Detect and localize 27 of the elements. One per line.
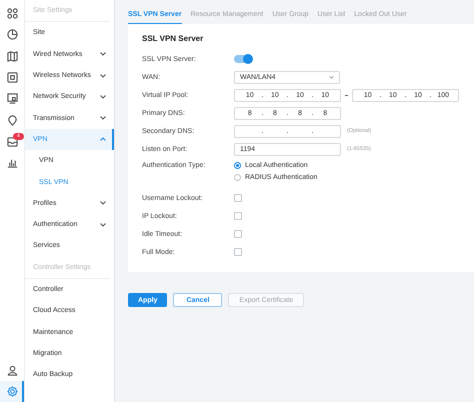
map-icon[interactable] xyxy=(6,50,18,62)
checkbox[interactable] xyxy=(234,248,242,256)
radio-button[interactable] xyxy=(234,162,241,169)
monitor-icon[interactable] xyxy=(6,93,18,104)
user-icon[interactable] xyxy=(6,364,18,376)
caret-up-icon xyxy=(100,137,106,142)
caret-down-icon xyxy=(100,74,106,78)
caret-down-icon xyxy=(100,222,106,227)
card-title: SSL VPN Server xyxy=(142,34,204,45)
checkbox[interactable] xyxy=(234,194,242,202)
caret-down-icon xyxy=(100,52,106,56)
ip-address-field[interactable] xyxy=(234,124,341,138)
caret-down-icon xyxy=(100,94,106,99)
pie-chart-icon[interactable] xyxy=(6,29,18,40)
location-pin-icon[interactable] xyxy=(6,114,18,126)
checkbox[interactable] xyxy=(234,212,242,220)
grid-icon[interactable] xyxy=(6,8,18,20)
radio-button[interactable] xyxy=(234,174,241,181)
inbox-icon[interactable] xyxy=(6,136,18,147)
device-icon[interactable] xyxy=(6,72,18,84)
caret-down-icon xyxy=(329,76,334,78)
checkbox[interactable] xyxy=(234,230,242,238)
bar-chart-icon[interactable] xyxy=(6,157,18,168)
toggle-switch[interactable] xyxy=(234,55,252,63)
settings-icon[interactable] xyxy=(6,386,18,397)
caret-down-icon xyxy=(100,116,106,120)
caret-down-icon xyxy=(100,201,106,206)
